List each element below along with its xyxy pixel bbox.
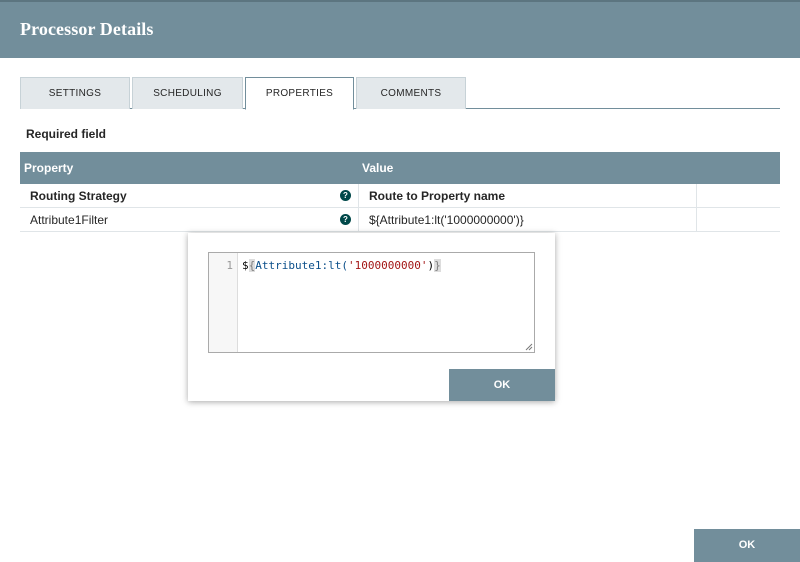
help-icon[interactable]: ?: [340, 190, 351, 201]
table-row[interactable]: Attribute1Filter ? ${Attribute1:lt('1000…: [20, 208, 780, 232]
tab-scheduling[interactable]: SCHEDULING: [132, 77, 243, 109]
expression-editor[interactable]: 1 ${Attribute1:lt('1000000000')}: [208, 252, 535, 353]
required-field-label: Required field: [26, 127, 107, 141]
column-divider: [358, 208, 359, 232]
property-name: Attribute1Filter: [30, 213, 109, 227]
code-function: :lt(: [321, 259, 348, 272]
code-close-brace: }: [434, 259, 441, 272]
editor-ok-button[interactable]: OK: [449, 369, 555, 401]
properties-grid: Property Value Routing Strategy ? Route …: [20, 152, 780, 232]
column-header-value[interactable]: Value: [362, 161, 393, 175]
tab-comments[interactable]: COMMENTS: [356, 77, 466, 109]
dialog-header: Processor Details: [0, 0, 800, 58]
property-value[interactable]: ${Attribute1:lt('1000000000')}: [369, 213, 524, 227]
tab-bar: SETTINGS SCHEDULING PROPERTIES COMMENTS: [20, 77, 780, 110]
grid-header: Property Value: [20, 152, 780, 184]
table-row[interactable]: Routing Strategy ? Route to Property nam…: [20, 184, 780, 208]
property-value[interactable]: Route to Property name: [369, 189, 505, 203]
line-gutter: 1: [209, 253, 238, 352]
dialog-title: Processor Details: [20, 19, 154, 39]
property-name: Routing Strategy: [30, 189, 127, 203]
code-attribute: Attribute1: [255, 259, 322, 272]
resize-handle-icon[interactable]: [525, 343, 533, 351]
column-divider: [696, 184, 697, 208]
processor-details-dialog: Processor Details SETTINGS SCHEDULING PR…: [0, 0, 800, 562]
line-number: 1: [226, 259, 233, 272]
tab-settings[interactable]: SETTINGS: [20, 77, 130, 109]
value-editor-popup: 1 ${Attribute1:lt('1000000000')} OK: [188, 233, 555, 401]
column-divider: [696, 208, 697, 232]
tab-properties[interactable]: PROPERTIES: [245, 77, 354, 110]
help-icon[interactable]: ?: [340, 214, 351, 225]
column-divider: [358, 184, 359, 208]
code-line[interactable]: ${Attribute1:lt('1000000000')}: [242, 259, 441, 272]
dialog-ok-button[interactable]: OK: [694, 529, 800, 562]
column-header-property[interactable]: Property: [24, 161, 73, 175]
code-string: '1000000000': [347, 259, 428, 272]
code-dollar: $: [242, 259, 249, 272]
